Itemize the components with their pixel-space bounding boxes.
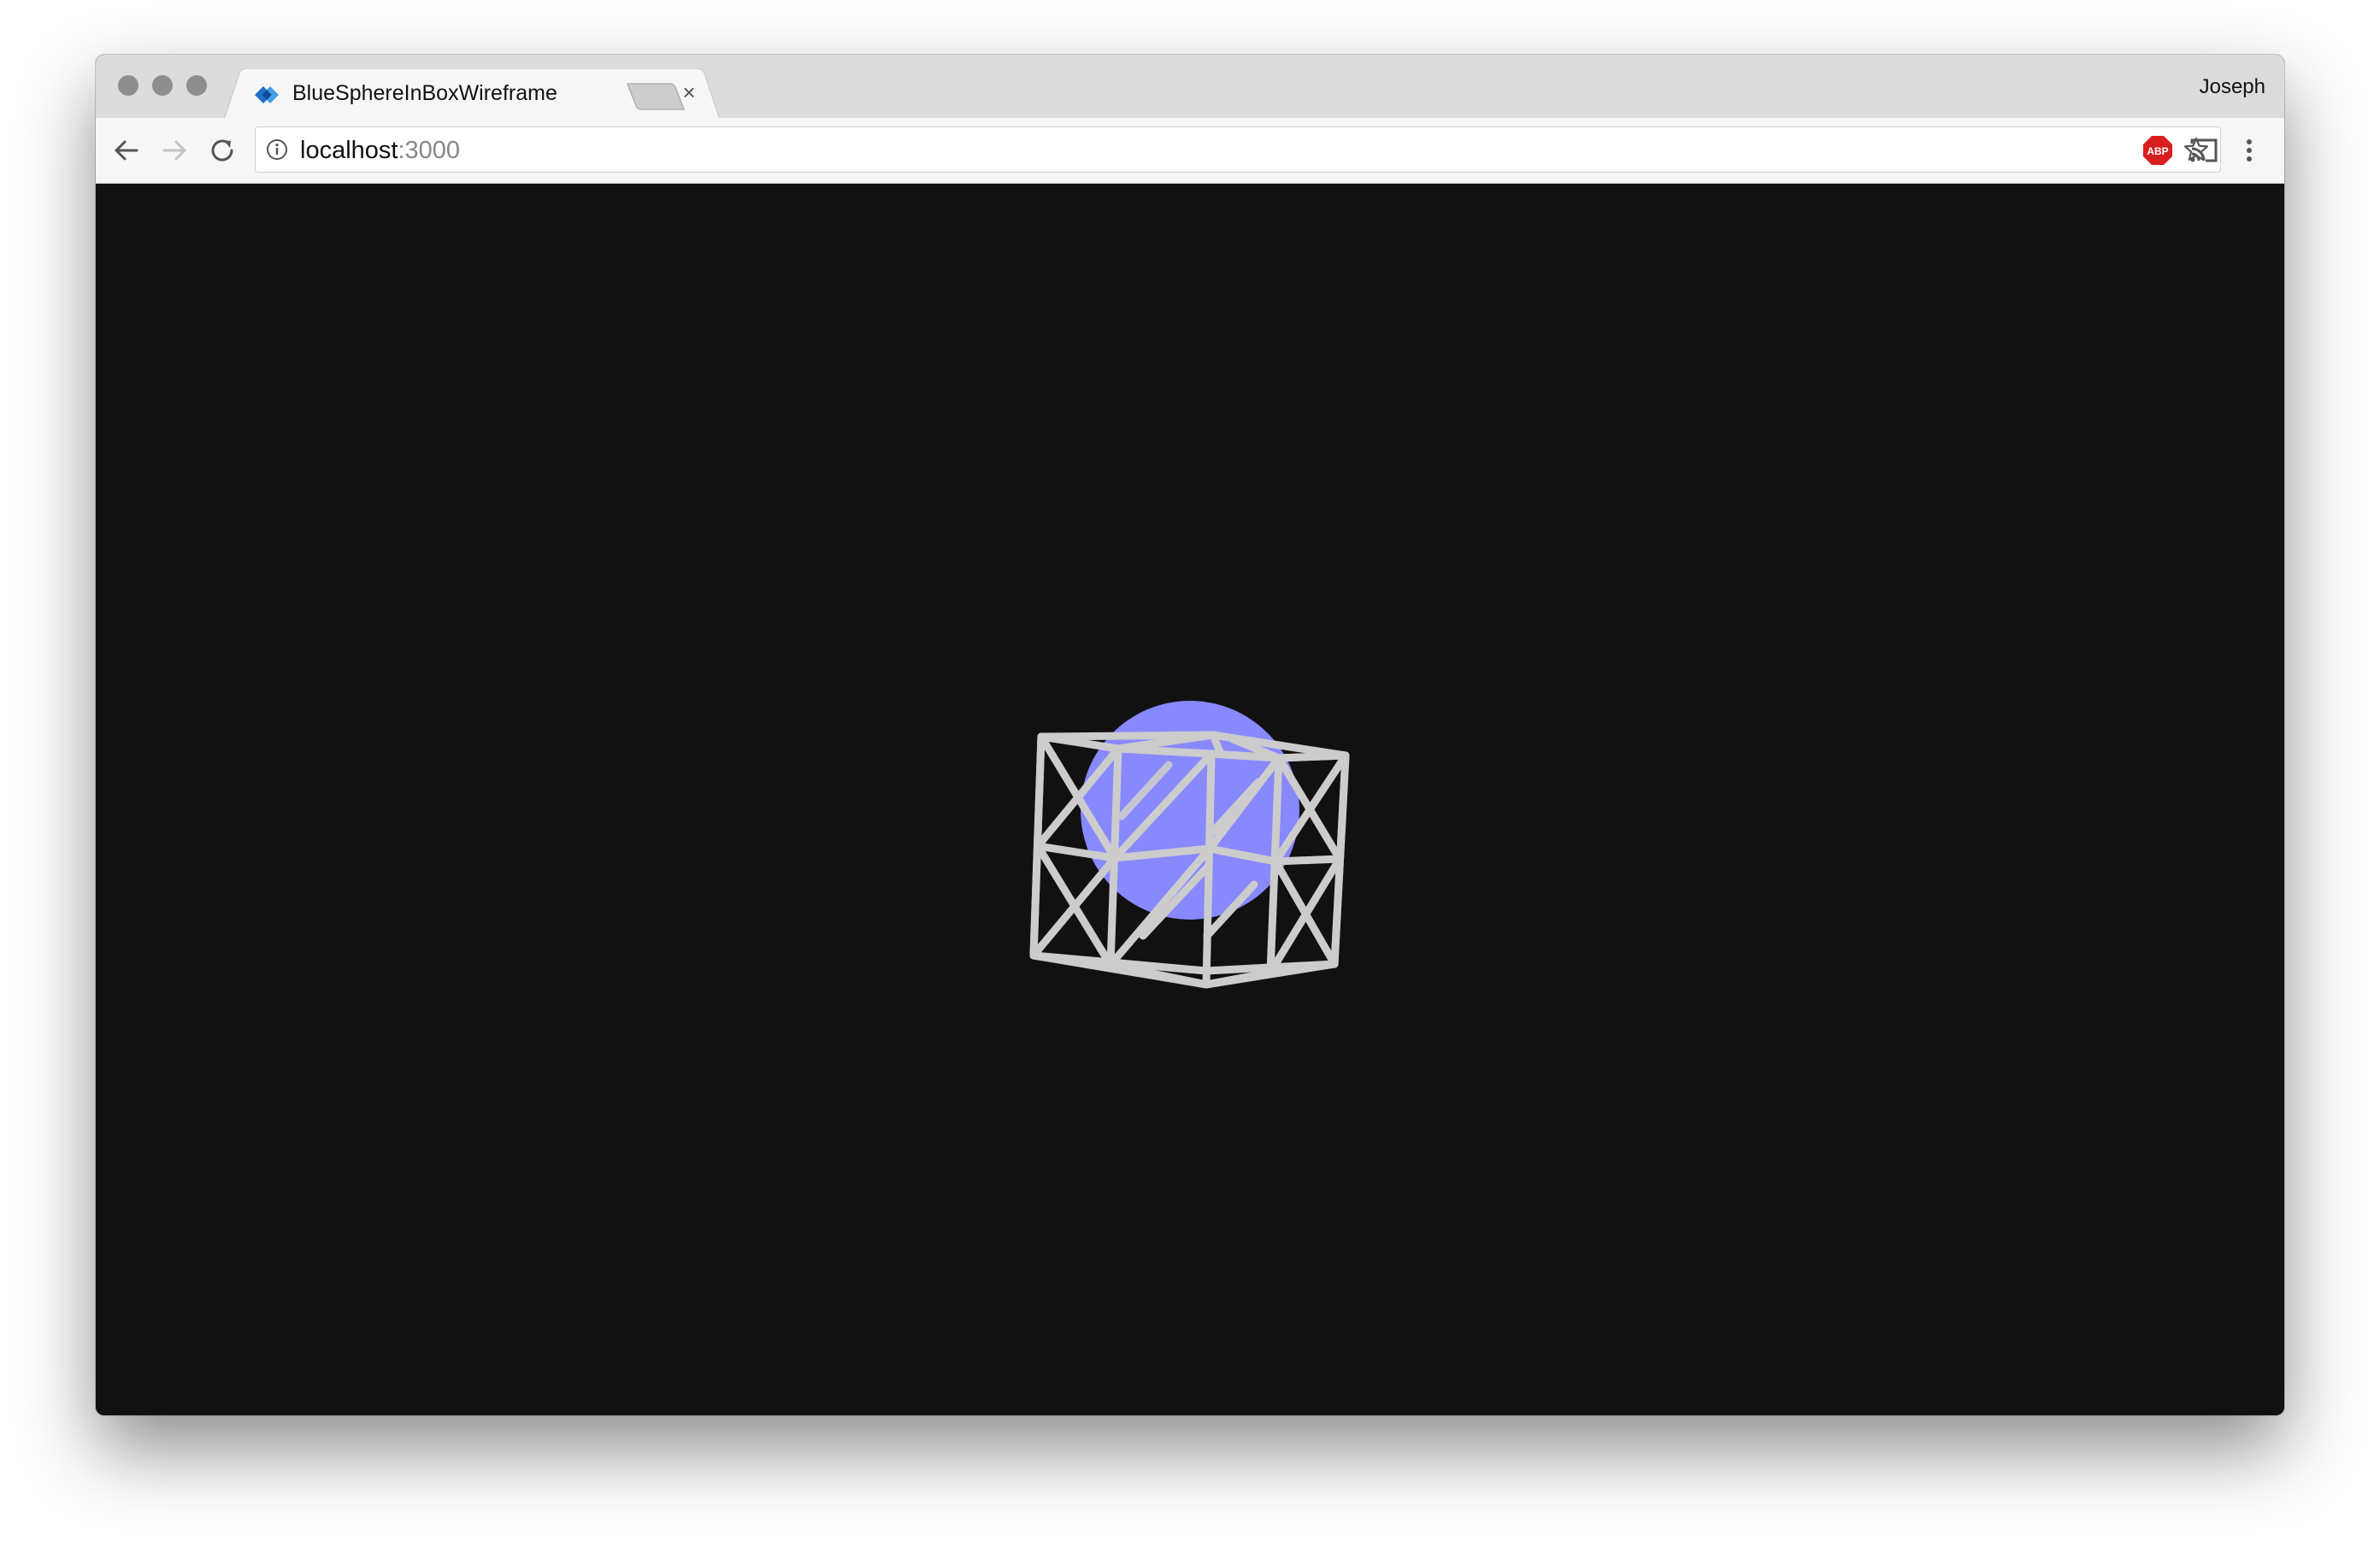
toolbar: localhost:3000 ABP xyxy=(96,118,2284,184)
react-logo-icon xyxy=(255,86,279,103)
adblock-label: ABP xyxy=(2147,145,2168,157)
page-viewport[interactable] xyxy=(96,184,2284,1415)
minimize-window-button[interactable] xyxy=(152,75,173,96)
info-icon[interactable] xyxy=(266,138,288,161)
cast-icon[interactable] xyxy=(2187,133,2221,168)
zoom-window-button[interactable] xyxy=(186,75,207,96)
url-port: :3000 xyxy=(398,137,461,164)
profile-name[interactable]: Joseph xyxy=(2200,75,2265,99)
browser-window: BlueSphereInBoxWireframe × Joseph localh… xyxy=(96,55,2284,1415)
url-host: localhost xyxy=(300,137,398,164)
close-window-button[interactable] xyxy=(118,75,138,96)
address-bar[interactable]: localhost:3000 xyxy=(255,126,2221,173)
adblock-extension-button[interactable]: ABP xyxy=(2141,133,2175,172)
url-text: localhost:3000 xyxy=(300,137,460,165)
back-arrow-icon[interactable] xyxy=(109,133,144,168)
forward-arrow-icon[interactable] xyxy=(157,133,191,168)
webgl-scene[interactable] xyxy=(96,184,2284,1415)
title-bar: BlueSphereInBoxWireframe × Joseph xyxy=(96,55,2284,120)
menu-icon[interactable] xyxy=(2236,133,2262,168)
adblock-icon: ABP xyxy=(2143,136,2172,165)
reload-icon[interactable] xyxy=(205,133,239,168)
tab-title: BlueSphereInBoxWireframe xyxy=(292,81,557,105)
new-tab-button[interactable] xyxy=(626,82,686,111)
